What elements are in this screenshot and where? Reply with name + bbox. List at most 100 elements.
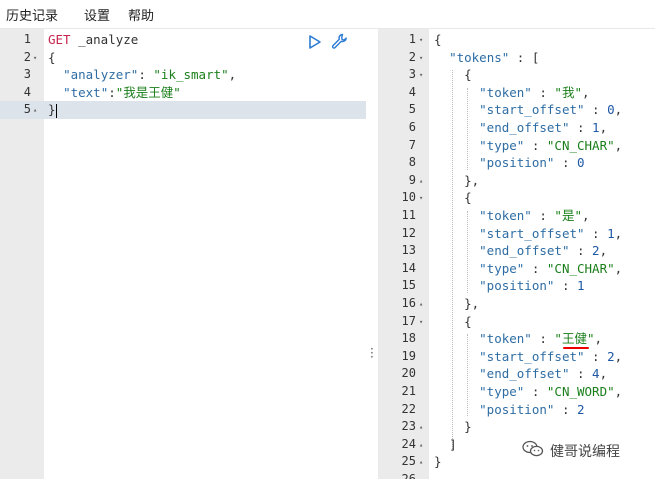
response-code-line[interactable]: 17 ▾ { [378,313,655,331]
line-number: 26 [401,472,416,479]
menu-help[interactable]: 帮助 [128,5,154,24]
code-text: { [464,190,472,206]
line-number: 15 [401,278,416,293]
response-code-line[interactable]: 16 ▴ }, [378,295,655,313]
menu-bar: 历史记录 设置 帮助 [0,0,655,29]
line-number: 20 [401,366,416,381]
code-text: "end_offset" : 1, [479,120,608,135]
response-code-line[interactable]: 20 "end_offset" : 4, [378,365,655,383]
fold-toggle-icon[interactable]: ▴ [33,102,37,120]
response-code-line[interactable]: 15 "position" : 1 [378,277,655,295]
response-code-line[interactable]: 3 ▾ { [378,66,655,84]
line-number: 23 [401,419,416,434]
response-code-line[interactable]: 21 "type" : "CN_WORD", [378,383,655,401]
response-code-line[interactable]: 19 "start_offset" : 2, [378,348,655,366]
response-code-line[interactable]: 11 "token" : "是", [378,207,655,225]
line-number: 2 [408,49,416,64]
line-number: 14 [401,260,416,275]
response-code-line[interactable]: 7 "type" : "CN_CHAR", [378,137,655,155]
pane-splitter[interactable]: · · · [366,29,378,479]
fold-toggle-icon[interactable]: ▾ [419,314,423,332]
fold-toggle-icon[interactable]: ▴ [419,419,423,437]
code-text: "position" : 0 [479,155,585,171]
code-text: GET _analyze [48,32,139,47]
line-number: 25 [401,454,416,469]
line-number: 22 [401,401,416,416]
line-number: 24 [401,436,416,451]
line-number: 17 [401,313,416,328]
code-text: } [48,102,57,118]
line-number: 6 [408,120,416,134]
response-code-line[interactable]: 14 "type" : "CN_CHAR", [378,260,655,278]
response-code-line[interactable]: 12 "start_offset" : 1, [378,225,655,243]
line-number: 12 [401,225,416,240]
watermark: 健哥说编程 [522,438,620,464]
text-cursor [55,103,57,118]
code-text: "end_offset" : 2, [479,243,608,259]
fold-toggle-icon[interactable]: ▴ [419,296,423,314]
line-number: 21 [401,384,416,398]
request-code-line[interactable]: 5 ▴} [0,101,366,119]
drag-handle-icon[interactable]: · · · [370,343,374,363]
line-number: 9 [408,172,416,187]
code-text: "start_offset" : 0, [479,102,623,118]
line-number: 4 [23,84,31,99]
response-code-line[interactable]: 22 "position" : 2 [378,401,655,419]
request-editor[interactable]: 1 GET _analyze 2 ▾ {3 "analyzer": "ik_smart"… [0,29,366,479]
code-text: "start_offset" : 1, [479,225,623,241]
line-number: 10 [401,190,416,205]
response-code-line[interactable]: 4 "token" : "我", [378,84,655,102]
wrench-icon[interactable] [330,32,348,54]
response-code-line[interactable]: 10 ▾ { [378,189,655,207]
request-code-line[interactable]: 3 "analyzer": "ik_smart", [0,66,366,84]
code-text: { [464,67,472,83]
line-number: 11 [401,208,416,222]
play-icon[interactable] [308,34,322,54]
code-text: ] [449,436,457,452]
code-text: } [434,454,442,470]
fold-toggle-icon[interactable]: ▾ [33,50,37,68]
code-text: "text":"我是王健" [63,84,181,100]
request-toolbar [308,32,348,54]
code-text: "end_offset" : 4, [479,366,608,382]
response-code-line[interactable]: 5 "start_offset" : 0, [378,101,655,119]
response-code-line[interactable]: 1 ▾ { [378,31,655,49]
code-text: "type" : "CN_WORD", [479,384,623,399]
menu-settings[interactable]: 设置 [84,5,110,24]
line-number: 3 [23,67,31,82]
response-code-line[interactable]: 2 ▾ "tokens" : [ [378,49,655,67]
request-code-line[interactable]: 4 "text":"我是王健" [0,84,366,102]
line-number: 3 [408,67,416,82]
fold-toggle-icon[interactable]: ▴ [419,173,423,191]
code-text: } [464,419,472,435]
line-number: 5 [23,102,31,117]
code-text: "token" : "我", [479,84,590,100]
fold-toggle-icon[interactable]: ▴ [419,437,423,455]
code-text: "type" : "CN_CHAR", [479,260,623,276]
code-text: "start_offset" : 2, [479,348,623,364]
fold-toggle-icon[interactable]: ▾ [419,32,423,50]
response-code-line[interactable]: 23 ▴ } [378,418,655,436]
fold-toggle-icon[interactable]: ▾ [419,50,423,68]
response-code-line[interactable]: 13 "end_offset" : 2, [378,242,655,260]
wechat-icon [522,440,544,462]
line-number: 18 [401,331,416,346]
line-number: 16 [401,296,416,310]
code-text: "tokens" : [ [449,49,540,65]
response-code-line[interactable]: 18 "token" : "王健", [378,330,655,348]
menu-history[interactable]: 历史记录 [6,5,58,24]
response-code-line[interactable]: 9 ▴ }, [378,172,655,190]
response-code-line[interactable]: 6 "end_offset" : 1, [378,119,655,137]
line-number: 5 [408,102,416,117]
response-viewer[interactable]: 1 ▾{2 ▾ "tokens" : [3 ▾ {4 "token" : "我", 5 … [378,29,655,479]
code-text: }, [464,296,480,311]
response-code-line[interactable]: 8 "position" : 0 [378,154,655,172]
response-code-line[interactable]: 26 [378,471,655,479]
line-number: 8 [408,155,416,170]
line-number: 1 [408,32,416,46]
fold-toggle-icon[interactable]: ▾ [419,190,423,208]
code-text: { [464,313,472,329]
fold-toggle-icon[interactable]: ▾ [419,67,423,85]
fold-toggle-icon[interactable]: ▴ [419,454,423,472]
code-text: "analyzer": "ik_smart", [63,67,237,83]
